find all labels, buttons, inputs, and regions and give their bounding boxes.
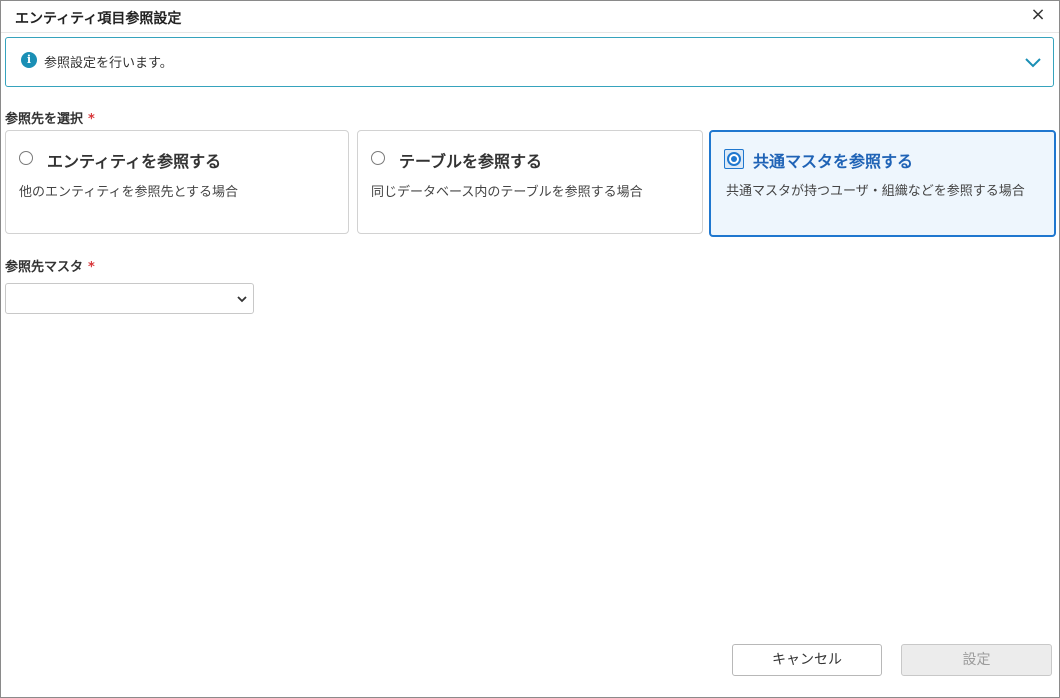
cancel-button[interactable]: キャンセル (732, 644, 882, 676)
info-message: 参照設定を行います。 (44, 56, 173, 71)
dialog-title: エンティティ項目参照設定 (15, 11, 182, 27)
master-select-label-text: 参照先マスタ (5, 260, 84, 275)
option-table-card[interactable]: テーブルを参照する 同じデータベース内のテーブルを参照する場合 (357, 130, 703, 234)
radio-button-common-master[interactable] (724, 149, 744, 169)
close-icon[interactable]: × (1027, 4, 1049, 26)
radio-button-table[interactable] (371, 151, 385, 165)
chevron-down-icon[interactable] (1023, 52, 1043, 72)
option-common-master-card[interactable]: 共通マスタを参照する 共通マスタが持つユーザ・組織などを参照する場合 (709, 130, 1056, 237)
reference-target-label: 参照先を選択 * (5, 108, 95, 127)
required-mark: * (88, 112, 95, 127)
reference-settings-dialog: エンティティ項目参照設定 × i 参照設定を行います。 参照先を選択 * エンティ… (0, 0, 1060, 698)
required-mark: * (88, 260, 95, 275)
option-entity-card[interactable]: エンティティを参照する 他のエンティティを参照先とする場合 (5, 130, 349, 234)
option-common-master-title: 共通マスタを参照する (753, 152, 914, 171)
option-entity-description: 他のエンティティを参照先とする場合 (19, 185, 239, 200)
chevron-down-icon (237, 296, 247, 303)
option-table-description: 同じデータベース内のテーブルを参照する場合 (371, 185, 643, 200)
info-panel: i 参照設定を行います。 (5, 37, 1054, 87)
master-select-label: 参照先マスタ * (5, 256, 95, 275)
submit-button[interactable]: 設定 (901, 644, 1052, 676)
dialog-titlebar: エンティティ項目参照設定 × (1, 1, 1059, 33)
info-icon: i (21, 52, 37, 68)
reference-target-label-text: 参照先を選択 (5, 112, 84, 127)
option-table-title: テーブルを参照する (399, 152, 543, 171)
radio-button-entity[interactable] (19, 151, 33, 165)
option-entity-title: エンティティを参照する (47, 152, 222, 171)
option-common-master-description: 共通マスタが持つユーザ・組織などを参照する場合 (726, 184, 1025, 199)
master-select-dropdown[interactable] (5, 283, 254, 314)
